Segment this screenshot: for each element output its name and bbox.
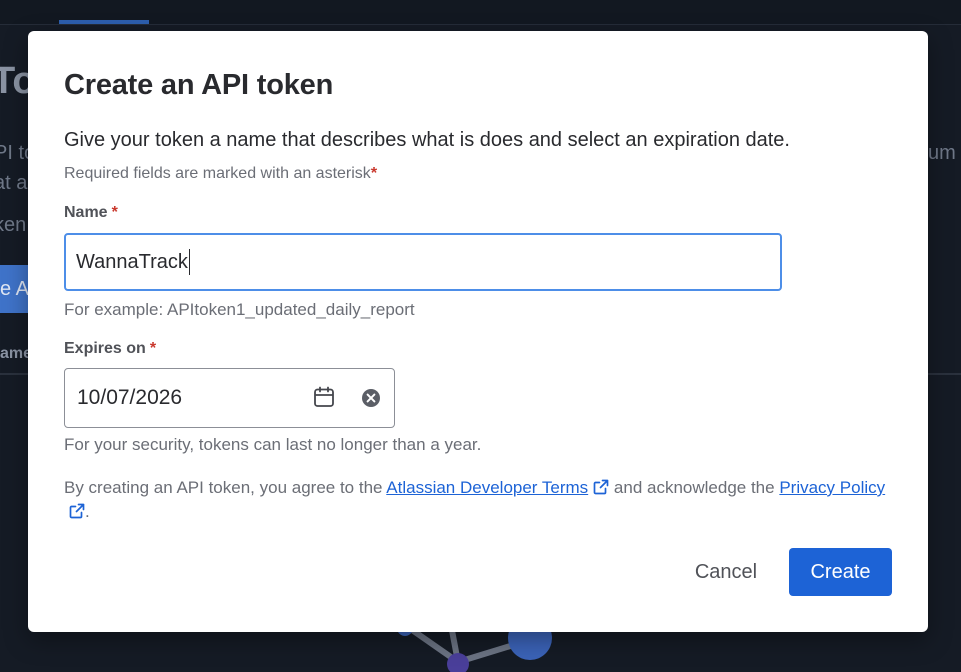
developer-terms-link[interactable]: Atlassian Developer Terms: [386, 478, 588, 497]
calendar-icon[interactable]: [312, 385, 336, 409]
required-fields-note: Required fields are marked with an aster…: [64, 165, 377, 183]
expires-field-label: Expires on *: [64, 340, 156, 358]
developer-terms-link-text: Atlassian Developer Terms: [386, 478, 589, 497]
name-label-text: Name: [64, 204, 108, 221]
background-text-line: um o: [928, 142, 961, 164]
cancel-button[interactable]: Cancel: [676, 548, 776, 596]
terms-prefix: By creating an API token, you agree to t…: [64, 478, 383, 497]
external-link-icon: [593, 479, 609, 495]
token-name-value: WannaTrack: [76, 250, 188, 273]
background-text-line: ken: [0, 214, 27, 236]
token-name-input[interactable]: WannaTrack: [64, 233, 782, 291]
terms-middle: and acknowledge the: [613, 478, 775, 497]
expiration-date-value: 10/07/2026: [77, 386, 183, 409]
background-text-line: at a: [0, 172, 28, 194]
expiration-date-input[interactable]: 10/07/2026: [64, 368, 395, 428]
privacy-policy-link-text: Privacy Policy: [779, 478, 886, 497]
privacy-policy-link[interactable]: Privacy Policy: [779, 478, 885, 497]
create-button[interactable]: Create: [789, 548, 892, 596]
required-note-text: Required fields are marked with an aster…: [64, 165, 371, 182]
name-helper-text: For example: APItoken1_updated_daily_rep…: [64, 300, 415, 319]
create-api-token-dialog: Create an API token Give your token a na…: [28, 31, 928, 632]
expires-helper-text: For your security, tokens can last no lo…: [64, 435, 482, 454]
external-link-icon: [69, 503, 85, 519]
required-asterisk: *: [370, 165, 378, 182]
name-field-label: Name *: [64, 204, 118, 222]
text-caret: [188, 249, 191, 275]
background-active-tab-indicator: [59, 20, 149, 24]
dialog-title: Create an API token: [64, 69, 334, 101]
terms-notice: By creating an API token, you agree to t…: [64, 476, 894, 524]
clear-icon[interactable]: [361, 388, 381, 408]
terms-suffix: .: [85, 502, 90, 521]
required-asterisk: *: [111, 204, 118, 221]
dialog-description: Give your token a name that describes wh…: [64, 129, 790, 151]
required-asterisk: *: [149, 340, 157, 357]
background-create-button: e A: [0, 265, 28, 313]
expires-label-text: Expires on: [64, 340, 146, 357]
